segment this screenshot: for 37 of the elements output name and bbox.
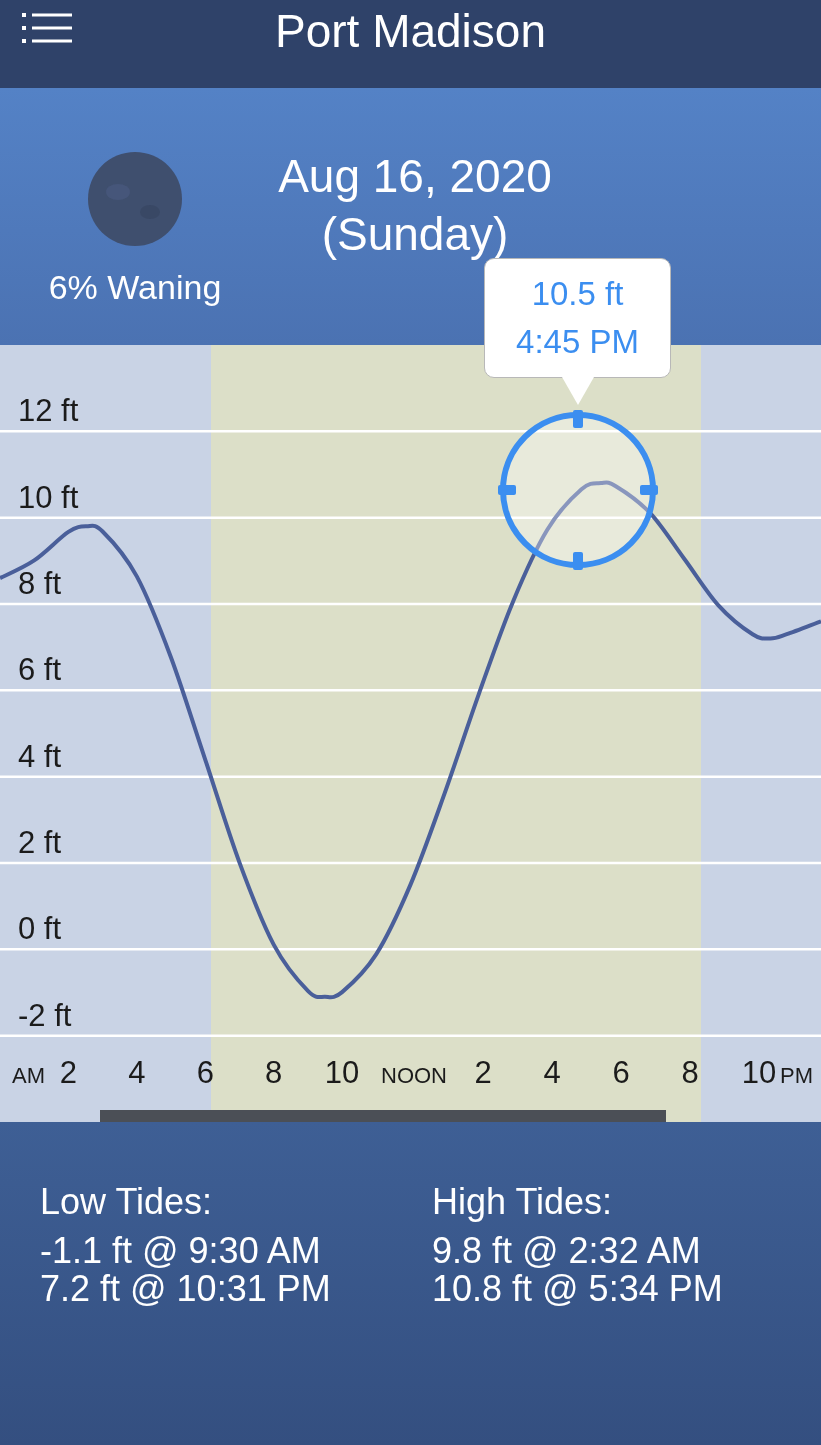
moon-phase: 6% Waning [48, 267, 222, 308]
x-tick-label: 2 [474, 1055, 492, 1090]
x-tick-label: 4 [543, 1055, 561, 1090]
x-tick-label: 4 [128, 1055, 146, 1090]
low-tide-entry: -1.1 ft @ 9:30 AM [40, 1232, 322, 1270]
pm-label: PM [780, 1063, 813, 1088]
location-title: Port Madison [275, 3, 546, 59]
x-tick-label: 8 [265, 1055, 283, 1090]
y-tick-label: 4 ft [18, 738, 62, 774]
y-tick-label: 8 ft [18, 566, 62, 601]
tooltip-height: 10.5 ft [531, 274, 624, 314]
x-tick-label: 6 [196, 1055, 214, 1090]
y-tick-label: 2 ft [18, 825, 62, 860]
y-tick-label: 0 ft [18, 911, 62, 947]
tides-heading: Low Tides: [40, 1180, 214, 1224]
x-tick-label: 10 [324, 1055, 360, 1090]
y-tick-label: -2 ft [18, 997, 72, 1033]
weekday-label: (Sunday) [321, 208, 509, 260]
am-label: AM [12, 1063, 45, 1088]
x-tick-label: NOON [381, 1063, 447, 1088]
menu-icon[interactable] [22, 12, 74, 46]
y-tick-label: 12 ft [18, 393, 79, 429]
tooltip-time: 4:45 PM [516, 322, 639, 362]
moon-icon [88, 152, 182, 246]
crosshair-marker[interactable] [498, 410, 658, 570]
x-tick-label: 10 [741, 1055, 777, 1090]
low-tide-entry: 7.2 ft @ 10:31 PM [40, 1270, 332, 1308]
x-tick-label: 6 [612, 1055, 630, 1090]
x-tick-label: 8 [681, 1055, 699, 1090]
x-tick-label: 2 [59, 1055, 78, 1090]
tides-heading: High Tides: [432, 1180, 614, 1224]
scroll-bar[interactable] [100, 1110, 666, 1122]
high-tide-entry: 10.8 ft @ 5:34 PM [432, 1270, 723, 1308]
y-tick-label: 6 ft [18, 652, 62, 688]
date-label: Aug 16, 2020 [278, 150, 552, 202]
y-tick-label: 10 ft [18, 479, 79, 515]
high-tide-entry: 9.8 ft @ 2:32 AM [432, 1232, 702, 1270]
